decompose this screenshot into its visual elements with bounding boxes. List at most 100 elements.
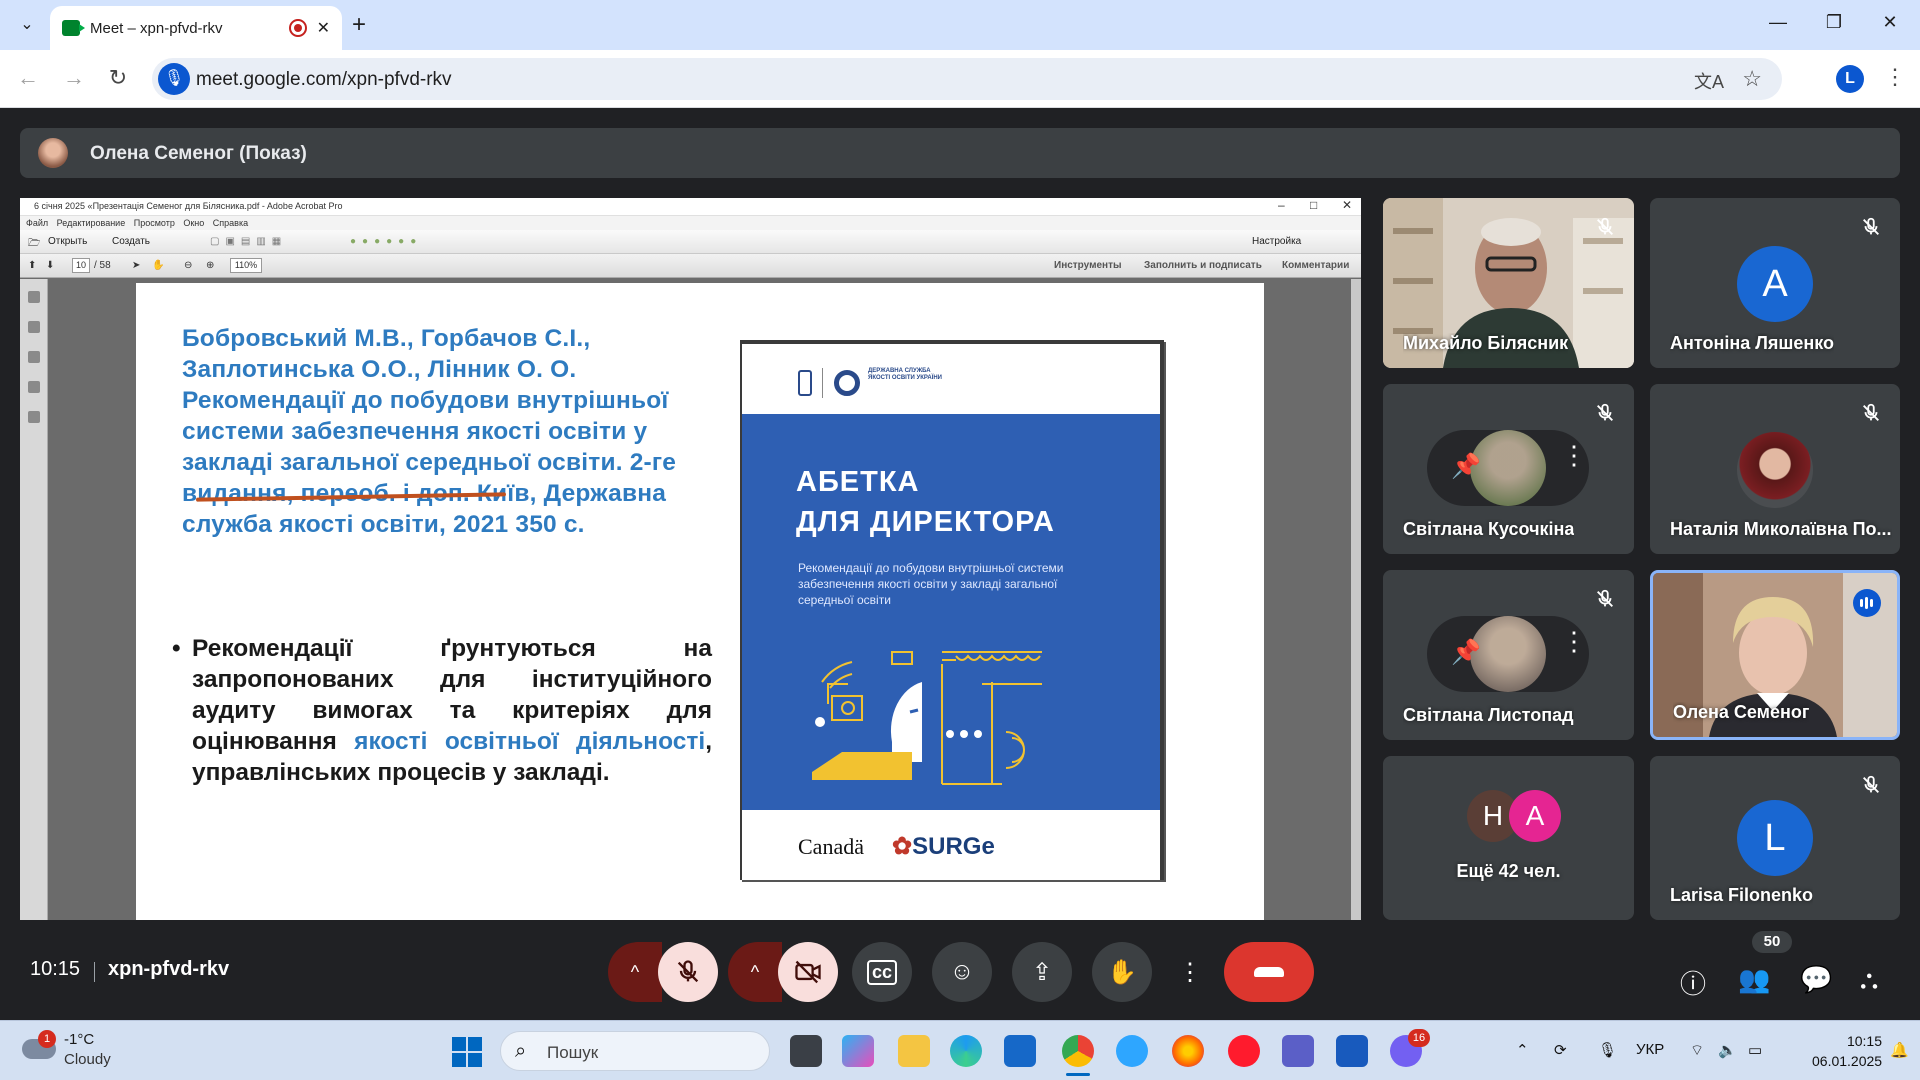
participant-tile-5[interactable]: 📌 ⋮ Світлана Листопад bbox=[1383, 570, 1634, 740]
captions-icon: cc bbox=[866, 959, 898, 985]
more-options-button[interactable]: ⋮ bbox=[1172, 942, 1208, 1002]
acrobat-menu-window: Окно bbox=[183, 218, 205, 228]
address-bar[interactable]: 🎙 meet.google.com/xpn-pfvd-rkv 文A ☆ bbox=[152, 58, 1782, 100]
opera-icon[interactable] bbox=[1228, 1035, 1260, 1067]
acrobat-open-label: Открыть bbox=[48, 236, 88, 247]
close-window-button[interactable]: ✕ bbox=[1870, 12, 1910, 33]
chat-icon[interactable]: 💬 bbox=[1800, 964, 1832, 995]
mic-off-icon bbox=[677, 960, 699, 983]
acrobat-close-icon: ✕ bbox=[1342, 198, 1353, 212]
minimize-window-button[interactable]: — bbox=[1758, 12, 1798, 33]
copilot-icon[interactable] bbox=[842, 1035, 874, 1067]
profile-avatar[interactable]: L bbox=[1836, 65, 1864, 93]
viber-badge: 16 bbox=[1408, 1029, 1430, 1047]
telegram-icon[interactable] bbox=[1116, 1035, 1148, 1067]
windows-start-button[interactable] bbox=[452, 1037, 482, 1067]
raise-hand-button[interactable]: ✋ bbox=[1092, 942, 1152, 1002]
battery-icon[interactable]: ▭ bbox=[1748, 1041, 1762, 1059]
participant-tile-4[interactable]: Наталія Миколаївна По... bbox=[1650, 384, 1900, 554]
audio-options-chevron-icon[interactable]: ^ bbox=[608, 942, 662, 1002]
notifications-bell-icon[interactable]: 🔔 bbox=[1890, 1041, 1909, 1059]
tile-hover-controls[interactable]: 📌 ⋮ bbox=[1427, 430, 1589, 506]
microphone-off-button[interactable] bbox=[658, 942, 718, 1002]
tile-more-options-icon[interactable]: ⋮ bbox=[1561, 442, 1587, 468]
tray-overflow-chevron-icon[interactable]: ⌃ bbox=[1516, 1041, 1529, 1059]
back-button[interactable]: ← bbox=[14, 65, 42, 91]
captions-button[interactable]: cc bbox=[852, 942, 912, 1002]
leave-call-button[interactable] bbox=[1224, 942, 1314, 1002]
reactions-button[interactable]: ☺ bbox=[932, 942, 992, 1002]
surge-logo-text: SURGe bbox=[912, 833, 995, 860]
participant-name: Наталія Миколаївна По... bbox=[1670, 519, 1892, 539]
firefox-icon[interactable] bbox=[1172, 1035, 1204, 1067]
taskbar-clock[interactable]: 10:15 06.01.2025 bbox=[1812, 1031, 1882, 1071]
mic-off-icon bbox=[1860, 402, 1882, 424]
trident-icon bbox=[798, 370, 812, 396]
task-view-icon[interactable] bbox=[790, 1035, 822, 1067]
volume-icon[interactable]: 🔈 bbox=[1718, 1041, 1737, 1059]
participant-tile-8[interactable]: L Larisa Filonenko bbox=[1650, 756, 1900, 920]
agency-logo-icon bbox=[834, 370, 860, 396]
browser-tab-meet[interactable]: Meet – xpn-pfvd-rkv ✕ bbox=[50, 6, 342, 50]
participant-photo bbox=[1737, 432, 1813, 508]
input-language[interactable]: УКР bbox=[1636, 1041, 1664, 1058]
pin-icon[interactable]: 📌 bbox=[1451, 638, 1481, 667]
word-icon[interactable] bbox=[1336, 1035, 1368, 1067]
acrobat-titlebar: 6 січня 2025 «Презентація Семеног для Бі… bbox=[20, 198, 1361, 216]
pin-icon[interactable]: 📌 bbox=[1451, 452, 1481, 481]
acrobat-scrollbar bbox=[1351, 279, 1361, 920]
tab-search-chevron-icon[interactable]: ⌄ bbox=[14, 12, 40, 38]
book-cover-image: ДЕРЖАВНА СЛУЖБА ЯКОСТІ ОСВІТИ УКРАЇНИ АБ… bbox=[740, 340, 1164, 880]
participant-name: Михайло Білясник bbox=[1403, 333, 1569, 353]
taskbar-search[interactable]: ⌕ Пошук bbox=[500, 1031, 770, 1071]
edge-icon[interactable] bbox=[950, 1035, 982, 1067]
acrobat-create-label: Создать bbox=[112, 236, 151, 247]
tray-mic-icon[interactable]: 🎙 bbox=[1598, 1041, 1617, 1059]
restore-window-button[interactable]: ❐ bbox=[1814, 12, 1854, 33]
new-tab-button[interactable]: + bbox=[352, 12, 366, 38]
tile-more-options-icon[interactable]: ⋮ bbox=[1561, 628, 1587, 654]
taskbar-date: 06.01.2025 bbox=[1812, 1053, 1883, 1069]
bookmark-star-icon[interactable]: ☆ bbox=[1742, 66, 1762, 92]
bullet-text-highlight: якості освітньої діяльності bbox=[354, 728, 706, 755]
book-title-line2: ДЛЯ ДИРЕКТОРА bbox=[796, 506, 1055, 538]
mic-off-icon bbox=[1860, 774, 1882, 796]
meeting-details-icon[interactable]: ⓘ bbox=[1680, 964, 1706, 1001]
tile-hover-controls[interactable]: 📌 ⋮ bbox=[1427, 616, 1589, 692]
browser-menu-icon[interactable]: ⋮ bbox=[1884, 64, 1906, 90]
activities-icon[interactable]: ⛬ bbox=[1860, 964, 1878, 996]
chrome-active-indicator bbox=[1066, 1073, 1090, 1076]
url-text[interactable]: meet.google.com/xpn-pfvd-rkv bbox=[196, 69, 452, 91]
book-footer: Canadä ✿SURGe bbox=[742, 810, 1160, 880]
sync-icon[interactable]: ⟳ bbox=[1554, 1041, 1567, 1059]
translate-icon[interactable]: 文A bbox=[1694, 68, 1724, 94]
participant-tile-1[interactable]: Михайло Білясник bbox=[1383, 198, 1634, 368]
file-explorer-icon[interactable] bbox=[898, 1035, 930, 1067]
forward-button[interactable]: → bbox=[60, 65, 88, 91]
chrome-icon[interactable] bbox=[1062, 1035, 1094, 1067]
search-icon: ⌕ bbox=[515, 1040, 527, 1062]
wifi-icon[interactable]: ⌔ bbox=[1690, 1041, 1704, 1060]
participant-avatar: L bbox=[1737, 800, 1813, 876]
participant-tile-others[interactable]: H A Ещё 42 чел. bbox=[1383, 756, 1634, 920]
reload-button[interactable]: ↻ bbox=[104, 65, 132, 91]
video-options-chevron-icon[interactable]: ^ bbox=[728, 942, 782, 1002]
acrobat-tools-pane: Инструменты bbox=[1054, 260, 1122, 271]
acrobat-window-title: 6 січня 2025 «Презентація Семеног для Бі… bbox=[34, 201, 343, 211]
store-icon[interactable] bbox=[1004, 1035, 1036, 1067]
presenter-name: Олена Семеног (Показ) bbox=[90, 143, 307, 164]
participant-tile-6-active-speaker[interactable]: Олена Семеног bbox=[1650, 570, 1900, 740]
participant-photo bbox=[1470, 616, 1546, 692]
participant-tile-2[interactable]: A Антоніна Ляшенко bbox=[1650, 198, 1900, 368]
camera-off-button[interactable] bbox=[778, 942, 838, 1002]
acrobat-toolbar: 🗁 Открыть Создать ▢▣▤▥▦ ●●●●●● Настройка bbox=[20, 230, 1361, 254]
teams-icon[interactable] bbox=[1282, 1035, 1314, 1067]
close-tab-icon[interactable]: ✕ bbox=[317, 18, 330, 38]
acrobat-toolbar-icons: ▢▣▤▥▦ bbox=[210, 236, 288, 247]
participant-tile-3[interactable]: 📌 ⋮ Світлана Кусочкіна bbox=[1383, 384, 1634, 554]
present-screen-button[interactable]: ⇪ bbox=[1012, 942, 1072, 1002]
people-icon[interactable]: 👥 bbox=[1738, 964, 1770, 995]
weather-condition: Cloudy bbox=[64, 1051, 111, 1068]
acrobat-maximize-icon: □ bbox=[1310, 198, 1318, 212]
site-mic-in-use-icon[interactable]: 🎙 bbox=[158, 63, 190, 95]
